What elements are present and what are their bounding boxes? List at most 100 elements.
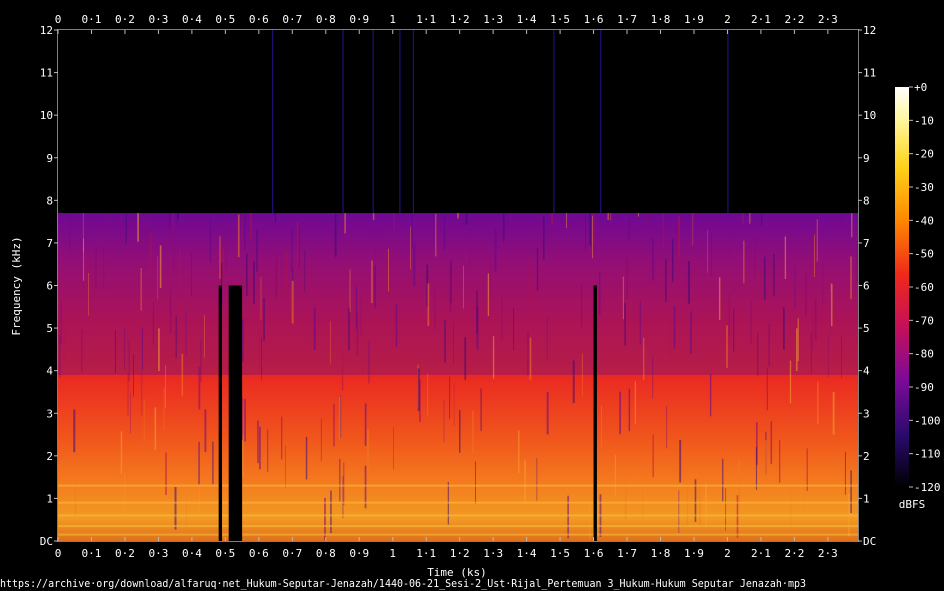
spectral-streak (472, 410, 474, 454)
spectral-streak (728, 294, 730, 337)
x-tick-label-bottom: 2 (724, 547, 731, 560)
spectral-streak (258, 327, 260, 371)
spectral-streak (434, 287, 436, 331)
colorbar-ticks: +0 -10 -20 -30 -40 -50 -60 -70 -80 -90 -100 -110 -12… (909, 81, 941, 494)
spectral-streak (457, 213, 459, 219)
colorbar-tick-label: -40 (914, 214, 934, 227)
colorbar-tick-label: -70 (914, 314, 934, 327)
upper-band-shade (58, 213, 858, 375)
spectral-streak (607, 213, 609, 220)
spectral-streak (569, 213, 571, 233)
spectral-streak (172, 213, 174, 233)
spectral-streak (191, 253, 192, 296)
x-tick-label-bottom: 0·8 (316, 547, 336, 560)
x-tick-label-top: 0·4 (182, 13, 202, 26)
y-tick-label-right: 11 (863, 67, 876, 80)
spectral-streak (427, 283, 430, 326)
spectral-streak (219, 236, 221, 279)
spectral-streak (177, 213, 179, 220)
x-tick-label-top: 0·6 (249, 13, 269, 26)
spectral-streak (165, 365, 167, 408)
colorbar-tick-label: +0 (914, 81, 927, 94)
spectral-streak (692, 213, 694, 246)
spectral-streak (200, 339, 202, 383)
spectral-streak (527, 332, 529, 375)
spectral-streak (572, 360, 575, 404)
spectral-streak (410, 226, 411, 270)
spectral-streak (707, 230, 708, 273)
spectral-streak (639, 301, 641, 344)
spectral-streak (106, 213, 109, 230)
spectral-streak (677, 216, 680, 259)
spectral-streak (395, 304, 398, 348)
spectral-streak (198, 441, 200, 485)
x-tick-label-bottom: 0·5 (215, 547, 235, 560)
spectral-streak (593, 213, 595, 245)
spectral-streak (334, 214, 337, 257)
x-tick-label-bottom: 1·2 (450, 547, 470, 560)
spectral-streak (339, 458, 341, 502)
spectral-streak (349, 269, 351, 313)
spectral-streak (814, 298, 817, 341)
spectral-streak (503, 213, 505, 242)
spectral-streak (538, 290, 540, 334)
spectral-streak (427, 373, 429, 416)
y-axis-title: Frequency (kHz) (10, 236, 23, 335)
y-tick-label-left: 11 (40, 67, 53, 80)
noise-spike (600, 30, 602, 214)
spectral-streak (59, 334, 61, 378)
x-tick-label-top: 0·5 (215, 13, 235, 26)
spectral-streak (619, 391, 621, 435)
spectral-streak (120, 431, 123, 474)
x-tick-label-bottom: 0 (55, 547, 62, 560)
x-tick-label-top: 2·2 (784, 13, 804, 26)
spectral-streak (546, 317, 548, 360)
spectral-streak (145, 213, 147, 253)
spectral-streak (765, 440, 767, 483)
spectral-streak (643, 337, 645, 381)
spectral-streak (444, 320, 446, 363)
spectral-streak (729, 216, 730, 260)
x-tick-label-top: 0·3 (148, 13, 168, 26)
x-tick-label-top: 0·2 (115, 13, 135, 26)
spectral-streak (305, 436, 308, 480)
colorbar-tick-label: -50 (914, 248, 934, 261)
colorbar-tick-label: -30 (914, 181, 934, 194)
colorbar (895, 87, 909, 487)
spectral-streak (329, 320, 331, 364)
spectral-streak (332, 213, 335, 215)
colorbar-tick-label: -60 (914, 281, 934, 294)
spectral-streak (628, 213, 630, 240)
spectral-streak (822, 261, 824, 304)
spectral-streak (260, 276, 262, 320)
spectral-streak (768, 324, 770, 367)
noise-spike (372, 30, 374, 214)
spectral-streak (622, 276, 625, 320)
spectral-streak (690, 311, 692, 354)
spectral-streak (844, 452, 846, 495)
spectral-streak (626, 256, 628, 300)
spectral-streak (536, 248, 539, 291)
spectral-streak (592, 215, 593, 259)
spectral-streak (174, 487, 177, 530)
spectral-streak (169, 290, 172, 333)
spectral-streak (599, 272, 601, 315)
spectral-streak (679, 439, 682, 483)
spectral-streak (368, 340, 370, 384)
x-tick-label-bottom: 1·9 (684, 547, 704, 560)
x-tick-label-top: 1·3 (483, 13, 503, 26)
spectral-streak (198, 366, 201, 410)
spectral-streak (755, 447, 758, 490)
spectral-streak (449, 376, 451, 420)
x-tick-label-bottom: 1·7 (617, 547, 637, 560)
spectral-streak (476, 290, 478, 334)
spectral-streak (850, 256, 852, 300)
spectral-streak (281, 416, 283, 460)
spectral-streak (778, 440, 781, 483)
x-tick-label-bottom: 2·1 (751, 547, 771, 560)
spectral-streak (817, 381, 819, 424)
spectral-streak (770, 421, 773, 464)
y-tick-label-right: 1 (863, 492, 870, 505)
spectral-streak (81, 329, 83, 373)
spectral-streak (830, 291, 832, 335)
